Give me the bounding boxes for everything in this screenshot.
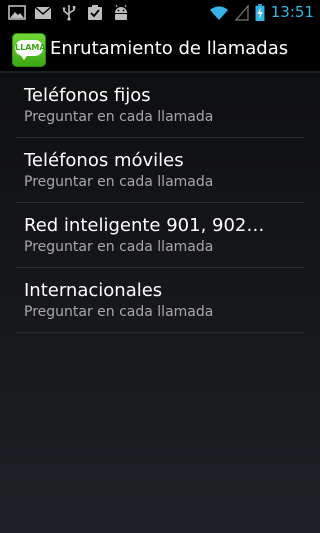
system-icons: 13:51 — [209, 3, 314, 22]
task-check-icon — [88, 5, 102, 20]
wifi-icon — [209, 6, 228, 21]
clock-time: 13:51 — [270, 3, 314, 21]
list-item-international[interactable]: Internacionales Preguntar en cada llamad… — [16, 268, 304, 333]
battery-charging-icon — [255, 4, 265, 21]
app-logo-icon[interactable]: LLAMA — [12, 33, 46, 67]
list-item-mobile-phones[interactable]: Teléfonos móviles Preguntar en cada llam… — [16, 138, 304, 203]
usb-icon — [62, 5, 76, 21]
list-item-title: Internacionales — [24, 280, 163, 301]
signal-icon — [234, 4, 249, 21]
list-item-subtitle: Preguntar en cada llamada — [24, 174, 214, 190]
page-title: Enrutamiento de llamadas — [50, 38, 289, 59]
app-logo-text: LLAMA — [15, 43, 46, 52]
list-item-subtitle: Preguntar en cada llamada — [24, 304, 214, 320]
list-item-fixed-phones[interactable]: Teléfonos fijos Preguntar en cada llamad… — [16, 73, 304, 138]
list-item-subtitle: Preguntar en cada llamada — [24, 109, 214, 125]
list-item-title: Red inteligente 901, 902… — [24, 215, 265, 236]
notification-icons — [8, 4, 130, 21]
screen: 13:51 LLAMA Enrutamiento de llamadas Tel… — [0, 0, 320, 533]
gallery-icon — [8, 5, 26, 20]
email-icon — [34, 6, 52, 19]
android-icon — [115, 4, 127, 20]
list-item-title: Teléfonos móviles — [24, 150, 184, 171]
list-item-title: Teléfonos fijos — [24, 85, 151, 106]
routing-settings-list: Teléfonos fijos Preguntar en cada llamad… — [16, 73, 304, 333]
list-item-intelligent-network[interactable]: Red inteligente 901, 902… Preguntar en c… — [16, 203, 304, 268]
status-bar: 13:51 — [0, 0, 320, 25]
list-item-subtitle: Preguntar en cada llamada — [24, 239, 214, 255]
action-bar: LLAMA Enrutamiento de llamadas — [0, 25, 320, 73]
